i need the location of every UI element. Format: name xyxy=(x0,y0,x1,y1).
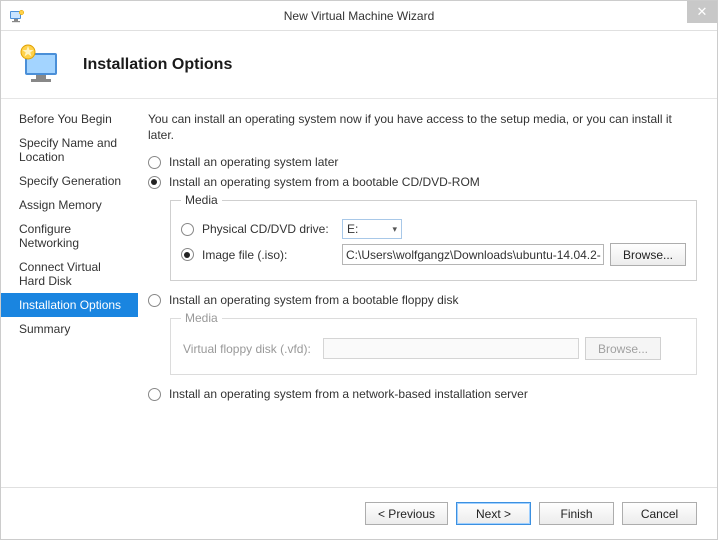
option-install-cd-label: Install an operating system from a boota… xyxy=(169,175,480,189)
image-file-label: Image file (.iso): xyxy=(202,248,342,262)
hyperv-app-icon xyxy=(9,8,25,24)
floppy-vfd-row: Virtual floppy disk (.vfd): Browse... xyxy=(181,337,686,360)
floppy-media-legend: Media xyxy=(181,311,222,325)
browse-vfd-button: Browse... xyxy=(585,337,661,360)
radio-install-network[interactable] xyxy=(148,388,161,401)
option-install-network-label: Install an operating system from a netwo… xyxy=(169,387,528,401)
wizard-body: Before You Begin Specify Name and Locati… xyxy=(1,99,717,487)
cd-physical-row: Physical CD/DVD drive: E: ▾ xyxy=(181,219,686,239)
image-file-path-input[interactable]: C:\Users\wolfgangz\Downloads\ubuntu-14.0… xyxy=(342,244,604,265)
radio-physical-drive[interactable] xyxy=(181,223,194,236)
close-icon: ✕ xyxy=(697,4,708,20)
vfd-path-input xyxy=(323,338,579,359)
wizard-steps-sidebar: Before You Begin Specify Name and Locati… xyxy=(1,99,138,487)
wizard-monitor-icon xyxy=(17,41,65,89)
option-install-later[interactable]: Install an operating system later xyxy=(148,155,697,169)
option-install-floppy[interactable]: Install an operating system from a boota… xyxy=(148,293,697,307)
chevron-down-icon: ▾ xyxy=(392,224,397,235)
option-install-later-label: Install an operating system later xyxy=(169,155,338,169)
step-specify-name[interactable]: Specify Name and Location xyxy=(1,131,138,169)
cd-media-group: Media Physical CD/DVD drive: E: ▾ Image … xyxy=(170,193,697,281)
window-title: New Virtual Machine Wizard xyxy=(1,9,717,23)
previous-button[interactable]: < Previous xyxy=(365,502,448,525)
option-install-floppy-label: Install an operating system from a boota… xyxy=(169,293,459,307)
physical-drive-select[interactable]: E: ▾ xyxy=(342,219,402,239)
option-install-network[interactable]: Install an operating system from a netwo… xyxy=(148,387,697,401)
page-title: Installation Options xyxy=(83,56,232,74)
next-button[interactable]: Next > xyxy=(456,502,531,525)
wizard-main-panel: You can install an operating system now … xyxy=(138,99,717,487)
floppy-media-group: Media Virtual floppy disk (.vfd): Browse… xyxy=(170,311,697,375)
option-install-cd[interactable]: Install an operating system from a boota… xyxy=(148,175,697,189)
step-summary[interactable]: Summary xyxy=(1,317,138,341)
radio-image-file[interactable] xyxy=(181,248,194,261)
close-button[interactable]: ✕ xyxy=(687,1,717,23)
vfd-label: Virtual floppy disk (.vfd): xyxy=(183,342,323,356)
step-connect-vhd[interactable]: Connect Virtual Hard Disk xyxy=(1,255,138,293)
title-bar: New Virtual Machine Wizard ✕ xyxy=(1,1,717,31)
step-before-you-begin[interactable]: Before You Begin xyxy=(1,107,138,131)
finish-button[interactable]: Finish xyxy=(539,502,614,525)
step-installation-options[interactable]: Installation Options xyxy=(1,293,138,317)
radio-install-floppy[interactable] xyxy=(148,294,161,307)
cancel-button[interactable]: Cancel xyxy=(622,502,697,525)
step-configure-networking[interactable]: Configure Networking xyxy=(1,217,138,255)
step-assign-memory[interactable]: Assign Memory xyxy=(1,193,138,217)
cd-media-legend: Media xyxy=(181,193,222,207)
step-specify-generation[interactable]: Specify Generation xyxy=(1,169,138,193)
physical-drive-label: Physical CD/DVD drive: xyxy=(202,222,342,236)
cd-image-row: Image file (.iso): C:\Users\wolfgangz\Do… xyxy=(181,243,686,266)
wizard-footer: < Previous Next > Finish Cancel xyxy=(1,487,717,539)
intro-text: You can install an operating system now … xyxy=(148,111,697,143)
physical-drive-value: E: xyxy=(347,222,358,236)
wizard-header: Installation Options xyxy=(1,31,717,99)
radio-install-later[interactable] xyxy=(148,156,161,169)
browse-iso-button[interactable]: Browse... xyxy=(610,243,686,266)
radio-install-cd[interactable] xyxy=(148,176,161,189)
